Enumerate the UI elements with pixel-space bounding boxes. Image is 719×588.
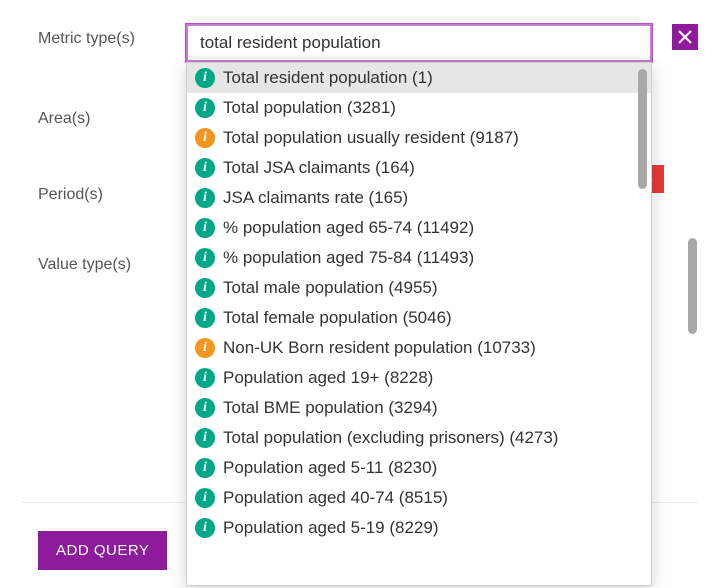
- dropdown-option-label: Population aged 19+ (8228): [223, 368, 639, 388]
- dropdown-option-label: Total female population (5046): [223, 308, 639, 328]
- dropdown-scrollbar-thumb[interactable]: [638, 69, 647, 189]
- info-icon: i: [195, 98, 215, 118]
- dropdown-option-label: Total resident population (1): [223, 68, 639, 88]
- dropdown-option[interactable]: i Population aged 19+ (8228): [187, 363, 651, 393]
- info-icon: i: [195, 488, 215, 508]
- info-icon: i: [195, 248, 215, 268]
- value-type-label: Value type(s): [38, 250, 186, 274]
- dropdown-option-label: Population aged 40-74 (8515): [223, 488, 639, 508]
- page-scrollbar-thumb[interactable]: [688, 238, 697, 334]
- dropdown-option[interactable]: i Population aged 5-11 (8230): [187, 453, 651, 483]
- dropdown-option-label: Population aged 5-19 (8229): [223, 518, 639, 538]
- dropdown-option-label: Non-UK Born resident population (10733): [223, 338, 639, 358]
- dropdown-option-label: Total population (3281): [223, 98, 639, 118]
- metric-autocomplete-dropdown[interactable]: i Total resident population (1) i Total pop…: [186, 62, 652, 586]
- dropdown-option[interactable]: i Total population (3281): [187, 93, 651, 123]
- info-icon: i: [195, 128, 215, 148]
- dropdown-option[interactable]: i % population aged 75-84 (11493): [187, 243, 651, 273]
- dropdown-option-label: JSA claimants rate (165): [223, 188, 639, 208]
- add-query-button[interactable]: ADD QUERY: [38, 531, 167, 570]
- dropdown-option[interactable]: i Non-UK Born resident population (10733): [187, 333, 651, 363]
- dropdown-option[interactable]: i Total population (excluding prisoners) …: [187, 423, 651, 453]
- info-icon: i: [195, 518, 215, 538]
- dropdown-option-label: Total BME population (3294): [223, 398, 639, 418]
- info-icon: i: [195, 458, 215, 478]
- close-icon: [678, 30, 692, 44]
- metric-type-input[interactable]: [186, 24, 652, 62]
- dropdown-option-label: Population aged 5-11 (8230): [223, 458, 639, 478]
- dropdown-option-label: Total JSA claimants (164): [223, 158, 639, 178]
- dropdown-option[interactable]: i Total female population (5046): [187, 303, 651, 333]
- dropdown-option[interactable]: i % population aged 65-74 (11492): [187, 213, 651, 243]
- metric-type-label: Metric type(s): [38, 24, 186, 48]
- dropdown-option[interactable]: i Total BME population (3294): [187, 393, 651, 423]
- info-icon: i: [195, 278, 215, 298]
- dropdown-option-label: Total male population (4955): [223, 278, 639, 298]
- dropdown-option-label: % population aged 65-74 (11492): [223, 218, 639, 238]
- dropdown-option[interactable]: i Total population usually resident (9187…: [187, 123, 651, 153]
- info-icon: i: [195, 188, 215, 208]
- info-icon: i: [195, 158, 215, 178]
- dropdown-option-label: Total population usually resident (9187): [223, 128, 639, 148]
- dropdown-option[interactable]: i Total male population (4955): [187, 273, 651, 303]
- info-icon: i: [195, 398, 215, 418]
- dropdown-option[interactable]: i Population aged 5-19 (8229): [187, 513, 651, 543]
- info-icon: i: [195, 218, 215, 238]
- info-icon: i: [195, 68, 215, 88]
- dropdown-option[interactable]: i Total JSA claimants (164): [187, 153, 651, 183]
- dropdown-option[interactable]: i Total resident population (1): [187, 63, 651, 93]
- area-label: Area(s): [38, 104, 186, 128]
- info-icon: i: [195, 368, 215, 388]
- info-icon: i: [195, 338, 215, 358]
- info-icon: i: [195, 428, 215, 448]
- dropdown-option-label: Total population (excluding prisoners) (…: [223, 428, 639, 448]
- dropdown-option[interactable]: i JSA claimants rate (165): [187, 183, 651, 213]
- dropdown-option[interactable]: i Population aged 40-74 (8515): [187, 483, 651, 513]
- period-label: Period(s): [38, 180, 186, 204]
- close-button[interactable]: [672, 24, 698, 50]
- info-icon: i: [195, 308, 215, 328]
- dropdown-option-label: % population aged 75-84 (11493): [223, 248, 639, 268]
